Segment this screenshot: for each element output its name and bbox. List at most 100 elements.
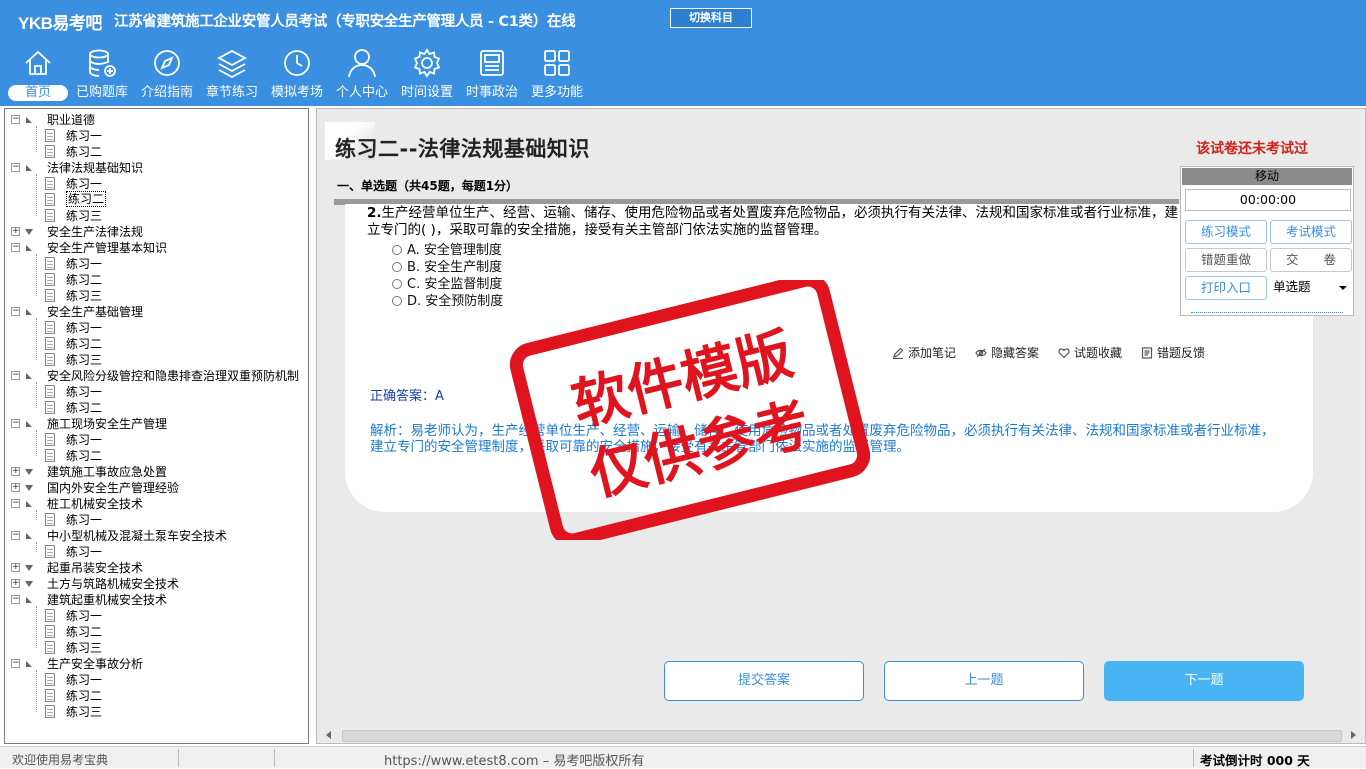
user-icon xyxy=(348,49,376,78)
nav-chapter-practice[interactable]: 章节练习 xyxy=(200,46,264,104)
page-icon xyxy=(45,353,55,366)
radio-a[interactable] xyxy=(392,245,402,255)
control-panel[interactable]: 移动 00:00:00 练习模式 考试模式 错题重做 交 卷 打印入口 单选题 xyxy=(1180,166,1354,316)
folder-arrow-icon xyxy=(26,501,32,507)
nav-more[interactable]: 更多功能 xyxy=(525,46,589,104)
correct-answer: 正确答案：A xyxy=(370,385,444,404)
print-button[interactable]: 打印入口 xyxy=(1185,276,1267,300)
nav-home-label: 首页 xyxy=(8,85,68,101)
error-feedback-button[interactable]: 错题反馈 xyxy=(1141,344,1205,361)
tree-leaf-label: 练习三 xyxy=(66,353,103,367)
status-welcome: 欢迎使用易考宝典 xyxy=(12,753,109,767)
tree-leaf-label: 练习二 xyxy=(66,625,103,639)
nav-current-affairs[interactable]: 时事政治 xyxy=(460,46,524,104)
expand-toggle-icon[interactable]: + xyxy=(11,467,20,476)
expand-toggle-icon[interactable]: + xyxy=(11,227,20,236)
status-separator xyxy=(274,749,275,767)
answer-analysis: 解析：易老师认为，生产经营单位生产、经营、运输、储存、使用危险物品或者处置废弃危… xyxy=(370,423,1275,455)
nav-time-settings[interactable]: 时间设置 xyxy=(395,46,459,104)
tree-leaf-label: 练习二 xyxy=(66,401,103,415)
tree-leaf-label: 练习二 xyxy=(66,689,103,703)
collapse-toggle-icon[interactable]: − xyxy=(11,243,20,252)
option-a[interactable]: A. 安全管理制度 xyxy=(392,243,502,259)
collapse-toggle-icon[interactable]: − xyxy=(11,419,20,428)
collapse-toggle-icon[interactable]: − xyxy=(11,659,20,668)
folder-arrow-icon xyxy=(25,485,33,491)
tree-guide-line xyxy=(36,126,37,152)
tree-leaf-label: 练习二 xyxy=(66,273,103,287)
question-type-select[interactable]: 单选题 xyxy=(1270,276,1352,300)
option-c-label: C. 安全监督制度 xyxy=(407,277,503,292)
collapse-toggle-icon[interactable]: − xyxy=(11,115,20,124)
expand-toggle-icon[interactable]: + xyxy=(11,483,20,492)
radio-b[interactable] xyxy=(392,262,402,272)
folder-arrow-icon xyxy=(26,373,32,379)
nav-guide[interactable]: 介绍指南 xyxy=(135,46,199,104)
tree-leaf-label: 练习一 xyxy=(66,433,103,447)
chapter-tree[interactable]: − 职业道德 练习一 练习二 − 法律法规基础知识 练习一 练习二 练习三 + 安全生产法律法规 − 安… xyxy=(4,108,309,744)
status-url: https://www.etest8.com – 易考吧版权所有 xyxy=(384,754,645,769)
scroll-thumb[interactable] xyxy=(342,730,1342,742)
collapse-toggle-icon[interactable]: − xyxy=(11,307,20,316)
folder-arrow-icon xyxy=(25,469,33,475)
grid-icon xyxy=(544,50,570,76)
paper-title: 练习二--法律法规基础知识 xyxy=(335,137,590,161)
page-icon xyxy=(45,401,55,414)
tree-guide-line xyxy=(36,606,37,648)
folder-arrow-icon xyxy=(26,533,32,539)
expand-toggle-icon[interactable]: + xyxy=(11,579,20,588)
exam-mode-button[interactable]: 考试模式 xyxy=(1270,220,1352,244)
expand-toggle-icon[interactable]: + xyxy=(11,563,20,572)
add-note-button[interactable]: 添加笔记 xyxy=(892,344,956,361)
add-note-label: 添加笔记 xyxy=(908,346,957,360)
collapse-toggle-icon[interactable]: − xyxy=(11,163,20,172)
practice-mode-button[interactable]: 练习模式 xyxy=(1185,220,1267,244)
question-stem: 生产经营单位生产、经营、运输、储存、使用危险物品或者处置废弃危险物品，必须执行有… xyxy=(367,205,1179,238)
next-question-button[interactable]: 下一题 xyxy=(1104,661,1304,701)
submit-answer-button[interactable]: 提交答案 xyxy=(664,661,864,701)
page-icon xyxy=(45,129,55,142)
nav-mock-exam[interactable]: 模拟考场 xyxy=(265,46,329,104)
nav-time-settings-label: 时间设置 xyxy=(400,85,453,100)
page-icon xyxy=(45,289,55,302)
page-icon xyxy=(45,689,55,702)
nav-current-affairs-label: 时事政治 xyxy=(465,85,518,100)
radio-c[interactable] xyxy=(392,279,402,289)
folder-arrow-icon xyxy=(26,117,32,123)
option-d[interactable]: D. 安全预防制度 xyxy=(392,294,503,310)
horizontal-scrollbar[interactable] xyxy=(320,728,1360,742)
favorite-button[interactable]: 试题收藏 xyxy=(1058,344,1122,361)
switch-subject-button[interactable]: 切换科目 xyxy=(670,8,752,28)
collapse-toggle-icon[interactable]: − xyxy=(11,531,20,540)
status-separator xyxy=(1193,749,1194,767)
app-header: YKB易考吧 江苏省建筑施工企业安管人员考试（专职安全生产管理人员 - C1类）… xyxy=(0,0,1366,106)
page-icon xyxy=(45,193,55,206)
gear-icon xyxy=(413,48,441,78)
tree-leaf-label: 练习一 xyxy=(66,321,103,335)
nav-home[interactable]: 首页 xyxy=(6,46,70,104)
panel-move-handle[interactable]: 移动 xyxy=(1182,168,1352,185)
hide-answer-label: 隐藏答案 xyxy=(991,346,1040,360)
question-number: 2. xyxy=(367,205,382,221)
collapse-toggle-icon[interactable]: − xyxy=(11,371,20,380)
submit-paper-button[interactable]: 交 卷 xyxy=(1270,248,1352,272)
option-b[interactable]: B. 安全生产制度 xyxy=(392,260,502,276)
nav-mock-exam-label: 模拟考场 xyxy=(270,85,323,100)
folder-arrow-icon xyxy=(26,309,32,315)
tree-node-label: 安全生产基础管理 xyxy=(47,305,144,319)
layers-icon xyxy=(217,49,247,79)
nav-purchased[interactable]: 已购题库 xyxy=(70,46,134,104)
hide-answer-button[interactable]: 隐藏答案 xyxy=(975,344,1039,361)
prev-question-button[interactable]: 上一题 xyxy=(884,661,1084,701)
redo-wrong-button[interactable]: 错题重做 xyxy=(1185,248,1267,272)
tree-leaf-label: 练习二 xyxy=(66,145,103,159)
option-c[interactable]: C. 安全监督制度 xyxy=(392,277,502,293)
tree-node-label: 安全生产法律法规 xyxy=(47,225,144,239)
scroll-left-arrow-icon[interactable] xyxy=(326,731,331,739)
nav-personal-center[interactable]: 个人中心 xyxy=(330,46,394,104)
scroll-right-arrow-icon[interactable] xyxy=(1351,731,1356,739)
collapse-toggle-icon[interactable]: − xyxy=(11,499,20,508)
collapse-toggle-icon[interactable]: − xyxy=(11,595,20,604)
panel-scrollbar[interactable] xyxy=(1191,312,1343,314)
radio-d[interactable] xyxy=(392,296,402,306)
